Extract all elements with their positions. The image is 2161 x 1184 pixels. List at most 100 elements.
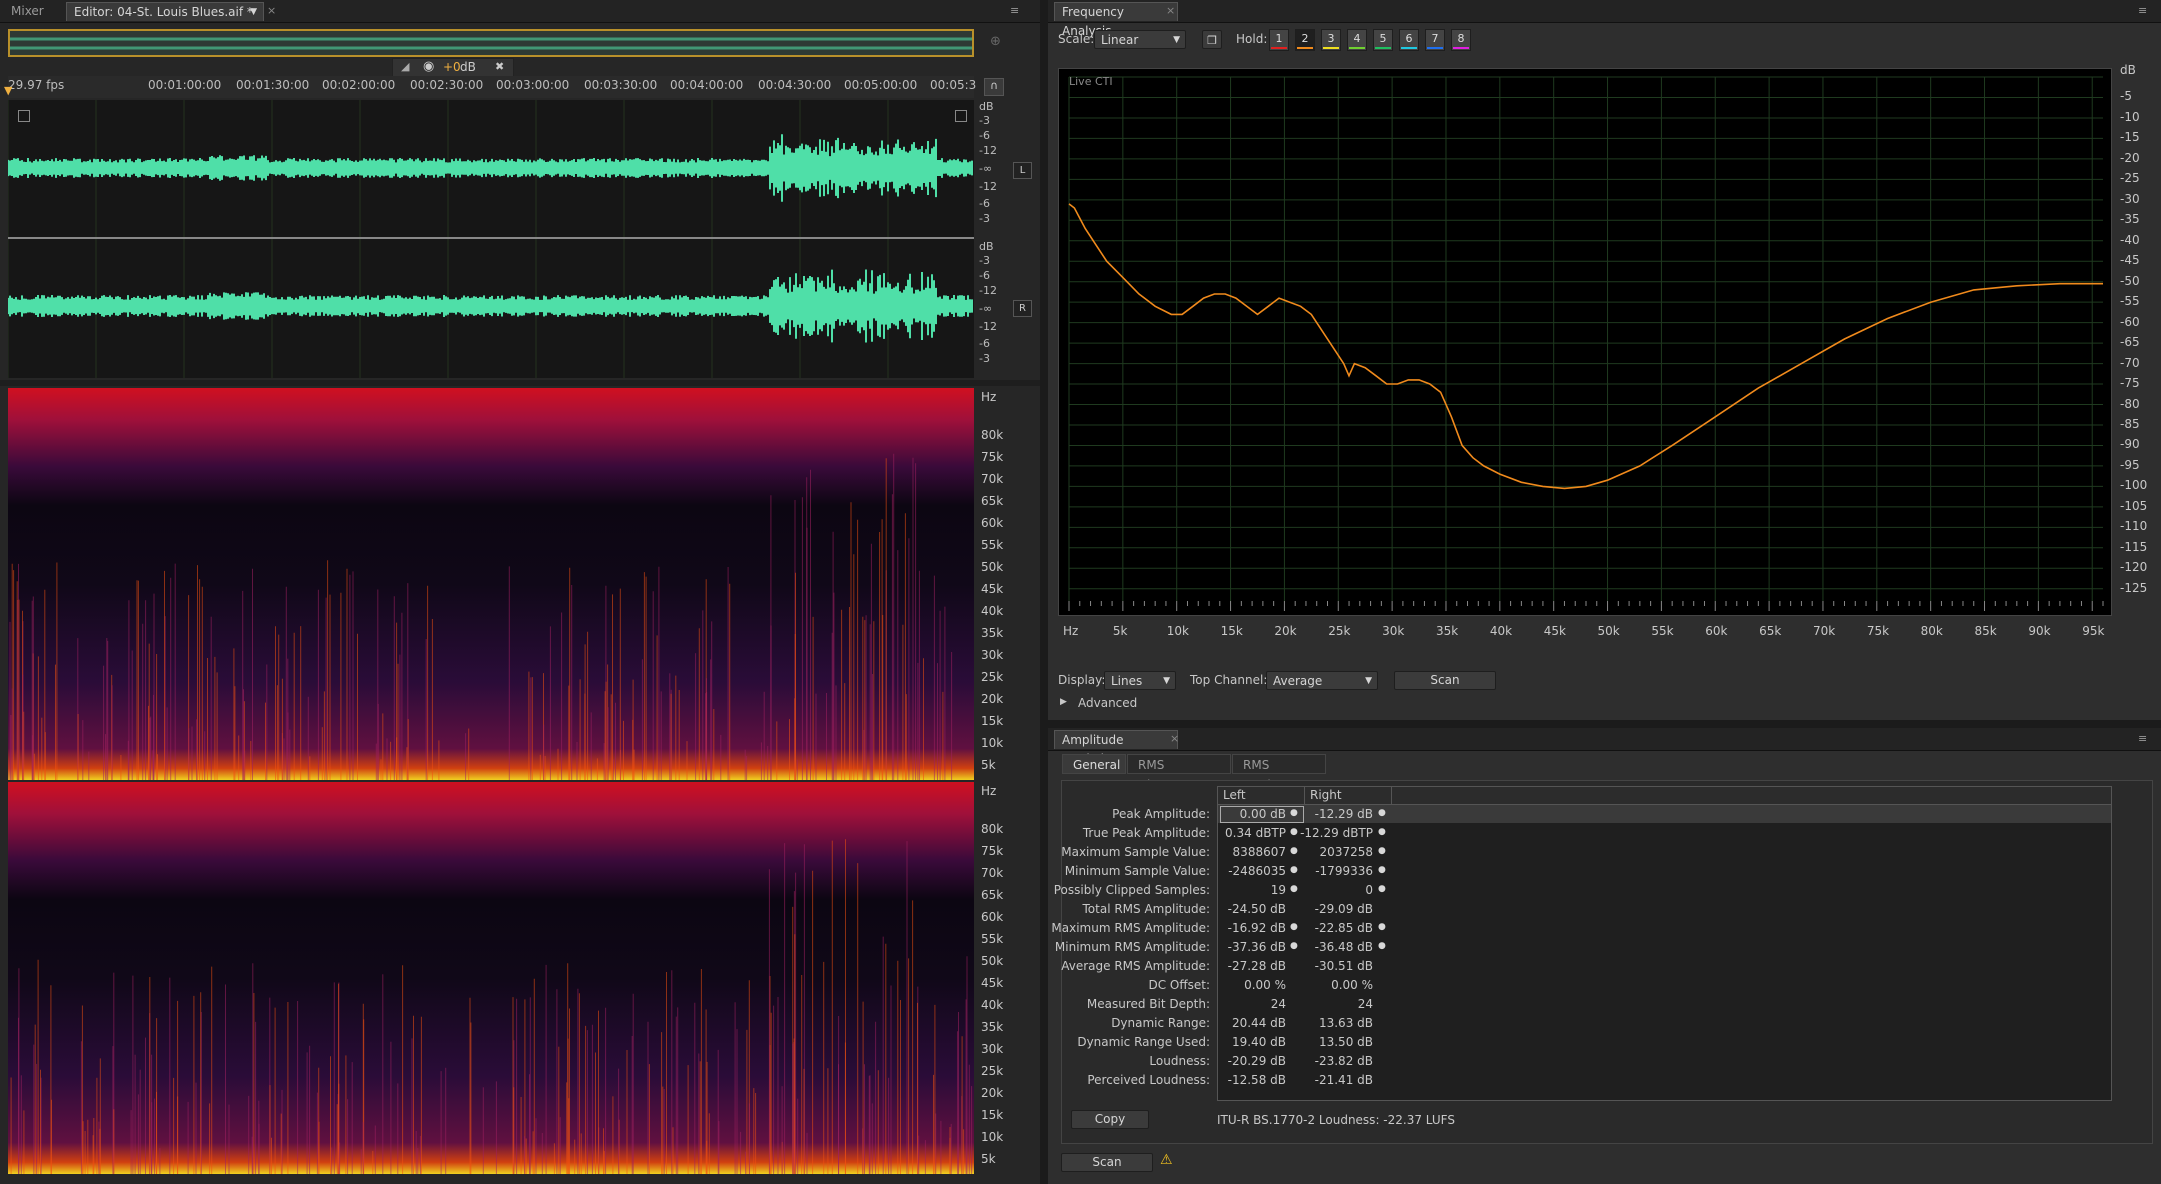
copy-button[interactable]: Copy: [1071, 1110, 1149, 1129]
fa-panel-menu-icon[interactable]: ≡: [2138, 4, 2147, 17]
copy-graph-icon[interactable]: ❐: [1202, 30, 1222, 49]
timeline-ruler[interactable]: 29.97 fps 00:01:00:00 00:01:30:00 00:02:00…: [8, 76, 976, 98]
goto-pin-icon[interactable]: ●: [1290, 808, 1298, 818]
stats-left-value[interactable]: 0.00 dB: [1206, 807, 1286, 821]
waveform-corner-icon[interactable]: [18, 110, 30, 122]
stats-left-value[interactable]: 24: [1206, 997, 1286, 1011]
stats-right-value[interactable]: 2037258: [1293, 845, 1373, 859]
y-tick-label: -5: [2120, 89, 2132, 104]
volume-value[interactable]: +0: [443, 60, 461, 74]
goto-pin-icon[interactable]: ●: [1378, 827, 1386, 837]
col-left-header[interactable]: Left: [1223, 788, 1246, 802]
pin-hud-icon[interactable]: ✖: [495, 60, 504, 73]
goto-pin-icon[interactable]: ●: [1290, 922, 1298, 932]
stats-right-value[interactable]: 13.63 dB: [1293, 1016, 1373, 1030]
stats-right-value[interactable]: -30.51 dB: [1293, 959, 1373, 973]
tab-amplitude-statistics[interactable]: Amplitude Statistics: [1054, 730, 1178, 766]
waveform-display[interactable]: [8, 100, 974, 378]
stats-right-value[interactable]: -36.48 dB: [1293, 940, 1373, 954]
stats-right-value[interactable]: 13.50 dB: [1293, 1035, 1373, 1049]
disclosure-triangle-icon[interactable]: ▶: [1060, 697, 1067, 707]
stats-left-value[interactable]: -27.28 dB: [1206, 959, 1286, 973]
panel-menu-icon[interactable]: ≡: [1010, 4, 1019, 17]
channel-label-right[interactable]: R: [1013, 300, 1032, 317]
stats-right-value[interactable]: -23.82 dB: [1293, 1054, 1373, 1068]
hold-color-bar: [1427, 47, 1443, 49]
playhead-marker[interactable]: ▼: [4, 84, 12, 97]
goto-pin-icon[interactable]: ●: [1378, 941, 1386, 951]
fa-close-icon[interactable]: ×: [1166, 4, 1175, 17]
volume-knob-icon[interactable]: ◉: [423, 59, 434, 74]
stats-left-value[interactable]: -12.58 dB: [1206, 1073, 1286, 1087]
view-splitter[interactable]: [0, 380, 1040, 386]
stats-right-value[interactable]: -1799336: [1293, 864, 1373, 878]
tab-mixer[interactable]: Mixer: [4, 2, 51, 21]
stats-right-value[interactable]: 0: [1293, 883, 1373, 897]
goto-pin-icon[interactable]: ●: [1290, 827, 1298, 837]
editor-tabbar: Mixer Editor: 04-St. Louis Blues.aif * ▼…: [0, 0, 1040, 23]
display-select[interactable]: Lines ▼: [1104, 671, 1176, 690]
subtab-rms-settings[interactable]: RMS Settings: [1232, 754, 1326, 792]
stats-left-value[interactable]: -37.36 dB: [1206, 940, 1286, 954]
stats-right-value[interactable]: -12.29 dB: [1293, 807, 1373, 821]
goto-pin-icon[interactable]: ●: [1290, 865, 1298, 875]
channel-label-left[interactable]: L: [1013, 162, 1032, 179]
advanced-toggle[interactable]: Advanced: [1078, 696, 1137, 710]
panel-divider-horizontal[interactable]: [1048, 720, 2161, 728]
spectral-display[interactable]: [8, 388, 974, 1178]
col-right-header[interactable]: Right: [1310, 788, 1342, 802]
goto-pin-icon[interactable]: ●: [1290, 846, 1298, 856]
goto-pin-icon[interactable]: ●: [1290, 884, 1298, 894]
hold-button-4[interactable]: 4: [1347, 29, 1367, 51]
goto-pin-icon[interactable]: ●: [1378, 884, 1386, 894]
goto-pin-icon[interactable]: ●: [1378, 865, 1386, 875]
as-close-icon[interactable]: ×: [1170, 732, 1179, 745]
tab-frequency-analysis[interactable]: Frequency Analysis: [1054, 2, 1178, 38]
stats-right-value[interactable]: -21.41 dB: [1293, 1073, 1373, 1087]
tab-close-icon[interactable]: ×: [267, 4, 276, 17]
zoom-icon[interactable]: ⊕: [990, 34, 1001, 49]
stats-left-value[interactable]: -24.50 dB: [1206, 902, 1286, 916]
as-scan-button[interactable]: Scan: [1061, 1153, 1153, 1172]
stats-left-value[interactable]: 19: [1206, 883, 1286, 897]
headphones-icon[interactable]: ∩: [984, 78, 1004, 96]
tab-editor[interactable]: Editor: 04-St. Louis Blues.aif * ▼: [66, 2, 264, 21]
subtab-rms-histogram[interactable]: RMS Histogram: [1127, 754, 1231, 792]
hz-unit-label: Hz: [981, 390, 997, 404]
top-channel-select[interactable]: Average ▼: [1266, 671, 1378, 690]
hold-button-3[interactable]: 3: [1321, 29, 1341, 51]
stats-row-label: Possibly Clipped Samples:: [1053, 883, 1210, 897]
hold-button-7[interactable]: 7: [1425, 29, 1445, 51]
stats-right-value[interactable]: -29.09 dB: [1293, 902, 1373, 916]
hold-button-label: 5: [1379, 32, 1387, 45]
stats-left-value[interactable]: 0.34 dBTP: [1206, 826, 1286, 840]
hold-button-5[interactable]: 5: [1373, 29, 1393, 51]
goto-pin-icon[interactable]: ●: [1378, 922, 1386, 932]
stats-right-value[interactable]: 0.00 %: [1293, 978, 1373, 992]
stats-left-value[interactable]: 20.44 dB: [1206, 1016, 1286, 1030]
stats-left-value[interactable]: 19.40 dB: [1206, 1035, 1286, 1049]
stats-left-value[interactable]: -2486035: [1206, 864, 1286, 878]
goto-pin-icon[interactable]: ●: [1290, 941, 1298, 951]
stats-right-value[interactable]: -22.85 dB: [1293, 921, 1373, 935]
stats-left-value[interactable]: 8388607: [1206, 845, 1286, 859]
goto-pin-icon[interactable]: ●: [1378, 846, 1386, 856]
fa-scan-button[interactable]: Scan: [1394, 671, 1496, 690]
overview-bar[interactable]: [8, 29, 974, 57]
hold-button-1[interactable]: 1: [1269, 29, 1289, 51]
scale-select[interactable]: Linear ▼: [1094, 30, 1186, 49]
stats-left-value[interactable]: 0.00 %: [1206, 978, 1286, 992]
hold-button-2[interactable]: 2: [1295, 29, 1315, 51]
hold-button-6[interactable]: 6: [1399, 29, 1419, 51]
as-panel-menu-icon[interactable]: ≡: [2138, 732, 2147, 745]
subtab-general[interactable]: General: [1062, 754, 1126, 774]
goto-pin-icon[interactable]: ●: [1378, 808, 1386, 818]
stats-left-value[interactable]: -20.29 dB: [1206, 1054, 1286, 1068]
hold-button-8[interactable]: 8: [1451, 29, 1471, 51]
stats-right-value[interactable]: -12.29 dBTP: [1293, 826, 1373, 840]
waveform-corner-icon-right[interactable]: [955, 110, 967, 122]
stats-left-value[interactable]: -16.92 dB: [1206, 921, 1286, 935]
stats-right-value[interactable]: 24: [1293, 997, 1373, 1011]
frequency-graph[interactable]: Live CTI: [1058, 68, 2112, 616]
tab-dropdown-icon[interactable]: ▼: [250, 3, 257, 22]
